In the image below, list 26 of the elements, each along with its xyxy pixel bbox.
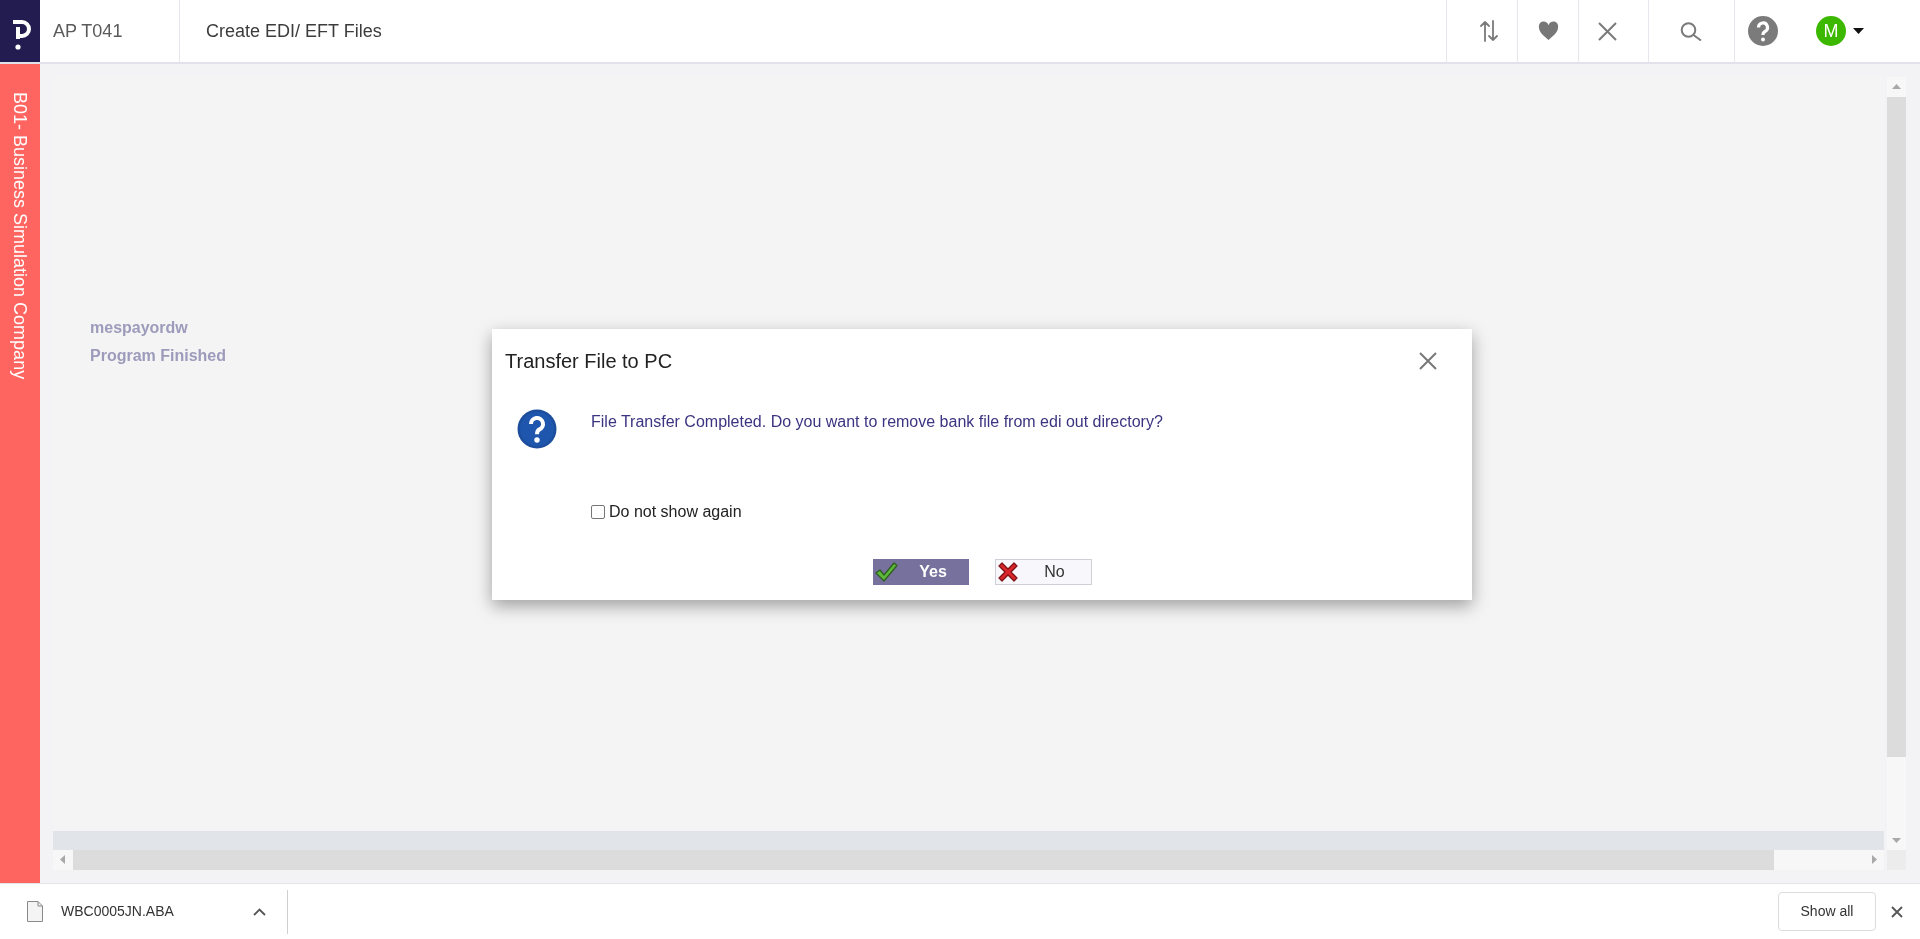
close-icon[interactable] [1419, 352, 1437, 370]
download-file-name[interactable]: WBC0005JN.ABA [61, 901, 174, 922]
page-title: Create EDI/ EFT Files [206, 19, 382, 43]
help-icon[interactable] [1748, 16, 1778, 46]
checkbox-label: Do not show again [609, 502, 742, 522]
status-message: Program Finished [90, 346, 227, 366]
company-name: B01- Business Simulation Company [10, 92, 30, 380]
close-icon[interactable] [1598, 21, 1617, 41]
close-icon[interactable] [1891, 905, 1903, 918]
dialog-title: Transfer File to PC [505, 349, 673, 374]
app-code: AP T041 [53, 19, 123, 43]
cross-icon [996, 561, 1019, 583]
show-all-button[interactable]: Show all [1778, 892, 1876, 931]
yes-button[interactable]: Yes [872, 559, 969, 585]
heart-icon[interactable] [1537, 21, 1559, 41]
no-button[interactable]: No [994, 559, 1092, 585]
search-icon[interactable] [1680, 21, 1703, 41]
caret-icon[interactable] [1853, 28, 1864, 34]
chevron-up-icon[interactable] [253, 907, 266, 916]
checkmark-icon [873, 561, 898, 583]
swap-arrows-icon[interactable] [1479, 19, 1499, 43]
status-message: mespayordw [90, 318, 188, 338]
checkbox[interactable] [591, 505, 605, 519]
question-icon [517, 409, 557, 449]
file-icon[interactable] [27, 901, 43, 922]
dialog-message: File Transfer Completed. Do you want to remove bank file from edi out directory? [591, 412, 1163, 432]
